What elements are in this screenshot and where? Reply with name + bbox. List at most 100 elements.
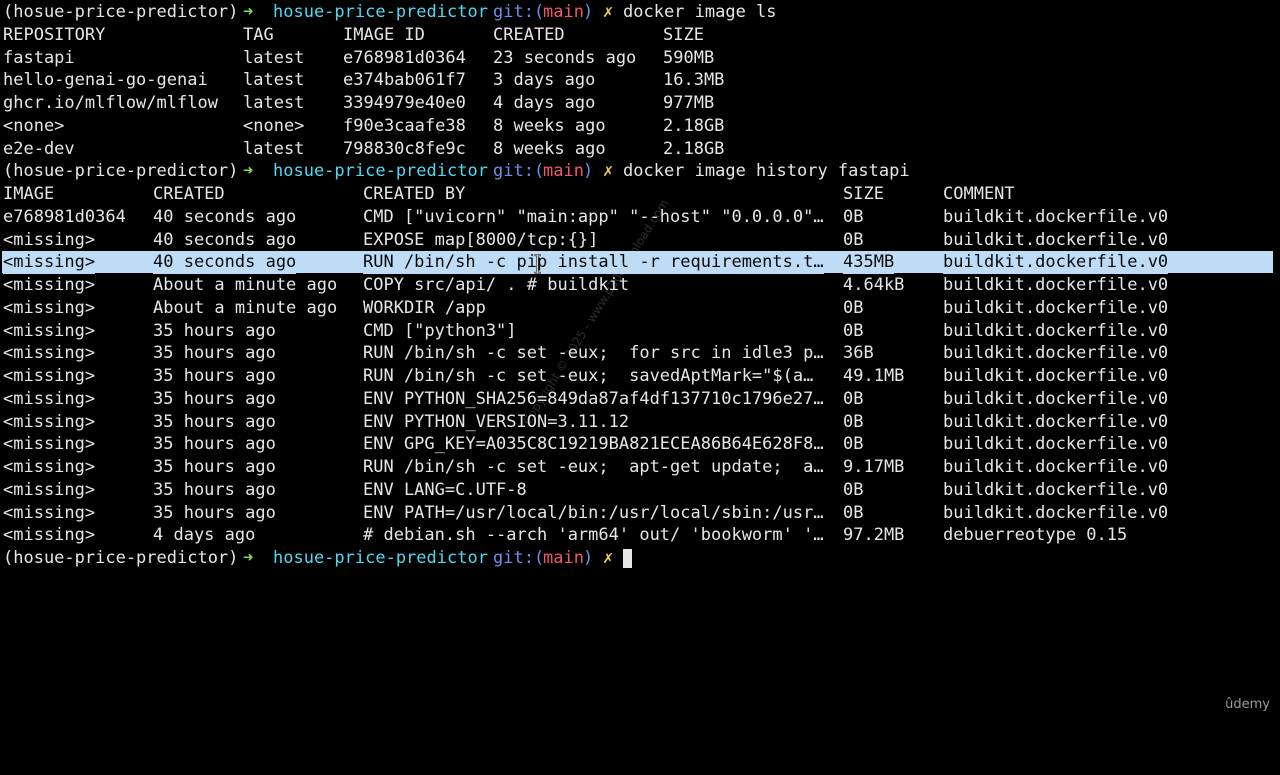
history-header: IMAGE CREATED CREATED BY SIZE COMMENT: [0, 183, 1280, 206]
table-cell: buildkit.dockerfile.v0: [943, 479, 1169, 500]
table-cell: latest: [243, 47, 305, 68]
table-cell: <missing>: [3, 275, 96, 295]
prompt-arrow-icon: ➜: [243, 548, 254, 568]
terminal-window[interactable]: (hosue-price-predictor) ➜ hosue-price-pr…: [0, 0, 1280, 570]
table-cell: <missing>: [3, 320, 96, 341]
table-cell: <none>: [243, 115, 305, 136]
table-cell: 0B: [843, 479, 864, 500]
image-ls-row: hello-genai-go-genai latest e374bab061f7 3 …: [0, 69, 1280, 92]
history-row: <missing> 35 hours ago ENV PATH=/usr/local…: [0, 502, 1280, 525]
prompt-git-suffix: ): [583, 2, 594, 22]
table-cell: 9.17MB: [843, 457, 905, 477]
table-cell: 2.18GB: [663, 138, 725, 159]
table-cell: EXPOSE map[8000/tcp:{}]: [363, 229, 599, 250]
table-cell: 2.18GB: [663, 115, 725, 136]
history-row: <missing> 35 hours ago CMD ["python3"] 0B bu…: [0, 320, 1280, 343]
table-cell: buildkit.dockerfile.v0: [943, 297, 1169, 318]
table-cell: 0B: [843, 206, 864, 227]
command-text: docker image history fastapi: [623, 161, 910, 182]
table-cell: 35 hours ago: [153, 343, 276, 364]
table-cell: <missing>: [3, 366, 96, 386]
table-cell: latest: [243, 70, 305, 91]
text-cursor[interactable]: [621, 547, 632, 570]
column-header: REPOSITORY: [3, 24, 106, 45]
prompt-branch: main: [543, 161, 584, 182]
prompt-env: (hosue-price-predictor): [3, 161, 239, 182]
table-cell: <missing>: [3, 411, 96, 432]
table-cell: 0B: [843, 320, 864, 341]
column-header: CREATED BY: [363, 184, 466, 204]
table-cell: 0B: [843, 388, 864, 409]
table-cell: 8 weeks ago: [493, 138, 606, 159]
table-cell: buildkit.dockerfile.v0: [943, 251, 1169, 274]
table-cell: 40 seconds ago: [153, 229, 297, 250]
table-cell: 97.2MB: [843, 525, 905, 546]
table-cell: 8 weeks ago: [493, 115, 606, 136]
history-row: <missing> 35 hours ago ENV PYTHON_SHA256=8…: [0, 388, 1280, 411]
column-header: IMAGE ID: [343, 24, 425, 45]
table-cell: fastapi: [3, 47, 75, 68]
column-header: SIZE: [663, 24, 704, 45]
table-cell: RUN /bin/sh -c pip install -r requiremen…: [363, 251, 824, 274]
prompt-branch: main: [543, 548, 584, 568]
table-cell: <missing>: [3, 479, 96, 500]
history-row: <missing> 35 hours ago ENV GPG_KEY=A035C8C…: [0, 433, 1280, 456]
table-cell: # debian.sh --arch 'arm64' out/ 'bookwor…: [363, 525, 824, 546]
table-cell: WORKDIR /app: [363, 297, 486, 318]
table-cell: 977MB: [663, 93, 715, 113]
table-cell: About a minute ago: [153, 297, 338, 318]
table-cell: buildkit.dockerfile.v0: [943, 388, 1169, 409]
table-cell: 4 days ago: [153, 525, 256, 546]
prompt-line[interactable]: (hosue-price-predictor) ➜ hosue-price-pr…: [0, 547, 1280, 570]
prompt-git-prefix: git:(: [493, 548, 545, 568]
prompt-directory: hosue-price-predictor: [273, 548, 488, 568]
table-cell: 0B: [843, 297, 864, 318]
table-cell: RUN /bin/sh -c set -eux; savedAptMark="$…: [363, 366, 814, 386]
table-cell: <missing>: [3, 457, 96, 477]
table-cell: 35 hours ago: [153, 434, 276, 455]
table-cell: 35 hours ago: [153, 502, 276, 523]
prompt-dirty-icon: ✗: [603, 2, 614, 22]
history-row: e768981d0364 40 seconds ago CMD ["uvicorn"…: [0, 206, 1280, 229]
table-cell: <none>: [3, 115, 65, 136]
history-row: <missing> 35 hours ago RUN /bin/sh -c set …: [0, 456, 1280, 479]
table-cell: e2e-dev: [3, 138, 75, 159]
table-cell: buildkit.dockerfile.v0: [943, 343, 1169, 364]
table-cell: CMD ["python3"]: [363, 320, 517, 341]
image-ls-row: e2e-dev latest 798830c8fe9c 8 weeks ago 2.18…: [0, 138, 1280, 161]
table-cell: e374bab061f7: [343, 70, 466, 91]
history-row-selected: <missing> 40 seconds ago RUN /bin/sh -c pi…: [0, 251, 1280, 274]
table-cell: buildkit.dockerfile.v0: [943, 206, 1169, 227]
prompt-git-prefix: git:(: [493, 161, 545, 182]
table-cell: <missing>: [3, 251, 96, 274]
table-cell: <missing>: [3, 388, 96, 409]
image-ls-header: REPOSITORY TAG IMAGE ID CREATED SIZE: [0, 24, 1280, 47]
table-cell: ghcr.io/mlflow/mlflow: [3, 93, 218, 113]
history-row: <missing> 35 hours ago RUN /bin/sh -c set …: [0, 365, 1280, 388]
column-header: CREATED: [153, 184, 225, 204]
table-cell: latest: [243, 93, 305, 113]
table-cell: debuerreotype 0.15: [943, 525, 1128, 546]
column-header: CREATED: [493, 24, 565, 45]
prompt-arrow-icon: ➜: [243, 161, 254, 182]
table-cell: 35 hours ago: [153, 366, 276, 386]
table-cell: ENV PATH=/usr/local/bin:/usr/local/sbin:…: [363, 502, 824, 523]
table-cell: 0B: [843, 502, 864, 523]
table-cell: <missing>: [3, 434, 96, 455]
table-cell: RUN /bin/sh -c set -eux; for src in idle…: [363, 343, 824, 364]
table-cell: 40 seconds ago: [153, 251, 297, 274]
table-cell: <missing>: [3, 525, 96, 546]
table-cell: ENV PYTHON_SHA256=849da87af4df137710c179…: [363, 388, 824, 409]
table-cell: ENV PYTHON_VERSION=3.11.12: [363, 411, 630, 432]
table-cell: About a minute ago: [153, 275, 338, 295]
table-cell: 36B: [843, 343, 874, 364]
table-cell: COPY src/api/ . # buildkit: [363, 275, 630, 295]
history-row: <missing> 35 hours ago ENV PYTHON_VERSION=…: [0, 411, 1280, 434]
history-row: <missing> About a minute ago WORKDIR /app 0…: [0, 297, 1280, 320]
table-cell: ENV GPG_KEY=A035C8C19219BA821ECEA86B64E6…: [363, 434, 824, 455]
history-row: <missing> About a minute ago COPY src/api/…: [0, 274, 1280, 297]
table-cell: <missing>: [3, 297, 96, 318]
table-cell: <missing>: [3, 343, 96, 364]
table-cell: 35 hours ago: [153, 388, 276, 409]
image-ls-row: <none> <none> f90e3caafe38 8 weeks ago 2.18G…: [0, 115, 1280, 138]
